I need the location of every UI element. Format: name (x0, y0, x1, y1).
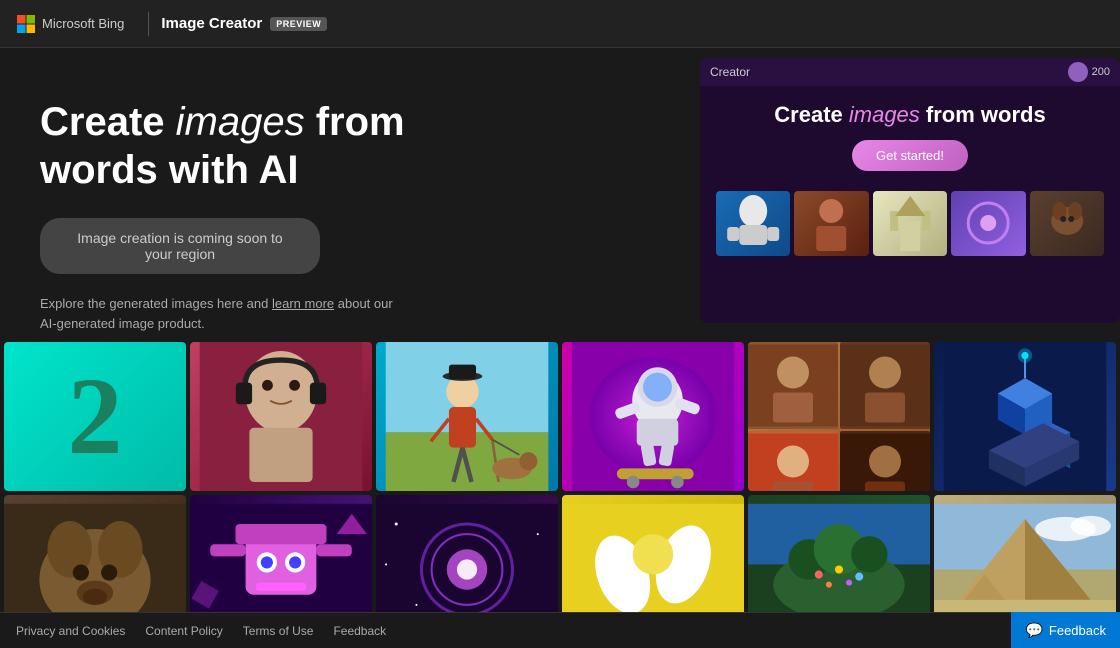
portrait-cell-4 (840, 431, 930, 491)
preview-window: Creator 200 Create images from words Get… (700, 58, 1120, 323)
explore-text: Explore the generated images here and le… (40, 294, 400, 333)
microsoft-icon (16, 14, 36, 34)
footer: Privacy and Cookies Content Policy Terms… (0, 612, 1120, 648)
preview-badge: PREVIEW (270, 17, 327, 31)
hero-left: Create images from words with AI Image c… (0, 48, 520, 363)
grid-col-5 (748, 342, 930, 644)
learn-more-link[interactable]: learn more (272, 296, 334, 311)
terms-link[interactable]: Terms of Use (243, 624, 314, 638)
preview-thumb-space (951, 191, 1025, 256)
preview-images-row (716, 191, 1104, 256)
feedback-button[interactable]: 💬 Feedback (1011, 612, 1120, 648)
hero-title: Create images from words with AI (40, 98, 480, 194)
coming-soon-button[interactable]: Image creation is coming soon to your re… (40, 218, 320, 274)
image-grid: 2 (0, 338, 1120, 648)
preview-topbar: Creator 200 (700, 58, 1120, 86)
grid-col-3 (376, 342, 558, 644)
preview-thumb-castle (873, 191, 947, 256)
number2-text: 2 (4, 342, 186, 491)
ms-bing-logo[interactable]: Microsoft Bing (16, 14, 124, 34)
preview-title: Create images from words (716, 102, 1104, 128)
grid-item-city-iso[interactable] (934, 342, 1116, 491)
portrait-cell-3 (748, 431, 838, 491)
grid-item-oldman[interactable] (376, 342, 558, 491)
grid-col-6 (934, 342, 1116, 644)
grid-col-2 (190, 342, 372, 644)
grid-item-astronaut-skate[interactable] (562, 342, 744, 491)
portrait-cell-1 (748, 342, 838, 429)
feedback-icon: 💬 (1025, 622, 1042, 639)
privacy-link[interactable]: Privacy and Cookies (16, 624, 125, 638)
grid-item-number2[interactable]: 2 (4, 342, 186, 491)
image-creator-label: Image Creator PREVIEW (161, 15, 327, 32)
preview-body: Create images from words Get started! (700, 86, 1120, 272)
preview-thumb-portrait (794, 191, 868, 256)
image-creator-text: Image Creator (161, 15, 262, 32)
header-divider (148, 12, 149, 36)
portrait-cell-2 (840, 342, 930, 429)
ms-bing-text: Microsoft Bing (42, 16, 124, 31)
preview-thumb-astronaut (716, 191, 790, 256)
content-policy-link[interactable]: Content Policy (145, 624, 222, 638)
preview-thumb-dog (1030, 191, 1104, 256)
grid-col-4 (562, 342, 744, 644)
grid-col-1: 2 (4, 342, 186, 644)
grid-item-portraits[interactable] (748, 342, 930, 491)
hero-preview: Creator 200 Create images from words Get… (680, 58, 1120, 338)
feedback-footer-link[interactable]: Feedback (333, 624, 386, 638)
portrait-grid-overlay (748, 342, 930, 491)
image-grid-row: 2 (0, 338, 1120, 648)
grid-item-statue[interactable] (190, 342, 372, 491)
header: Microsoft Bing Image Creator PREVIEW (0, 0, 1120, 48)
get-started-button[interactable]: Get started! (852, 140, 968, 171)
